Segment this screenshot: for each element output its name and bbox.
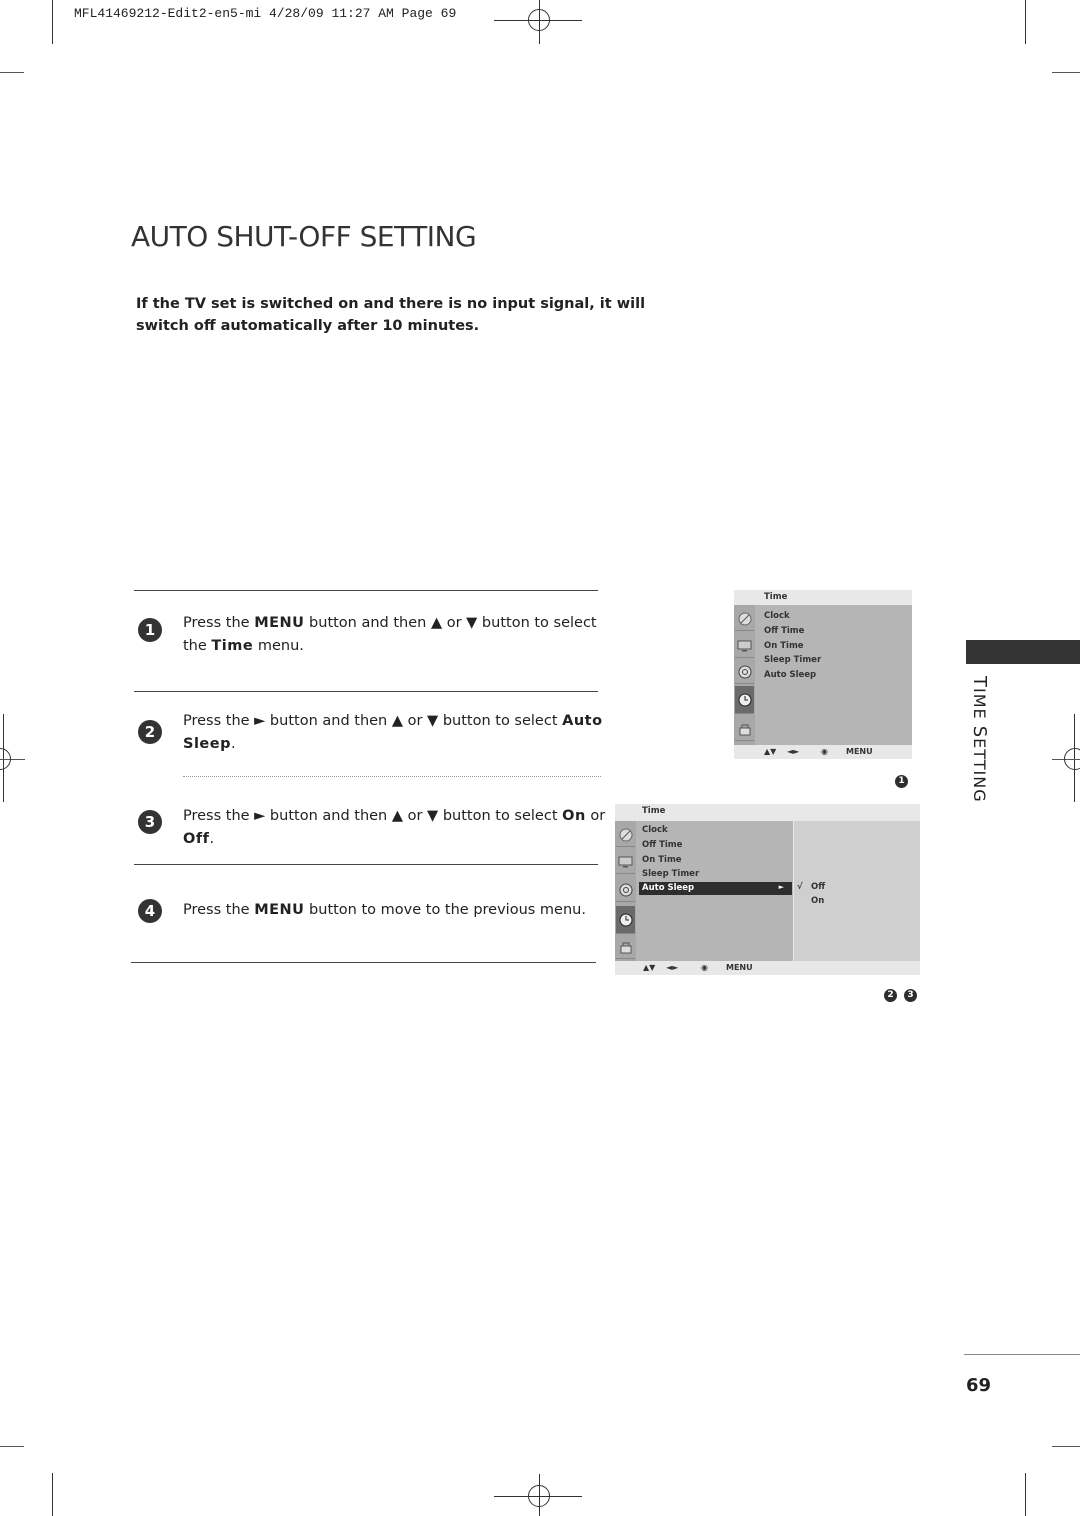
dotted-divider xyxy=(183,776,601,777)
divider xyxy=(134,590,598,591)
osd-footer: ▲▼ ◄► ◉ MENU xyxy=(734,745,912,759)
figure-badge: 1 xyxy=(895,775,908,788)
text: T xyxy=(969,676,990,688)
arrow-right-icon: ► xyxy=(778,883,784,891)
speaker-icon xyxy=(616,878,635,902)
clock-icon xyxy=(735,686,754,714)
print-slug: MFL41469212-Edit2-en5-mi 4/28/09 11:27 A… xyxy=(74,6,457,21)
osd-item-off-time[interactable]: Off Time xyxy=(764,626,804,636)
time-menu-label: Time xyxy=(211,638,254,654)
text: Press the xyxy=(183,902,255,918)
tv-screen-icon xyxy=(735,634,754,658)
crop-mark xyxy=(1052,1446,1080,1447)
text: IME xyxy=(970,688,989,726)
registration-mark xyxy=(528,1485,550,1507)
step-2-text: Press the ► button and then ▲ or ▼ butto… xyxy=(183,710,603,756)
osd-item-clock[interactable]: Clock xyxy=(642,825,668,835)
crop-mark xyxy=(1025,0,1026,44)
on-label: On xyxy=(562,808,586,824)
osd-item-on-time[interactable]: On Time xyxy=(764,641,804,651)
divider xyxy=(134,691,598,692)
osd-submenu: √ Off On xyxy=(794,821,920,961)
page-number: 69 xyxy=(966,1375,992,1396)
step-3-text: Press the ► button and then ▲ or ▼ butto… xyxy=(183,805,608,851)
osd-icon-column xyxy=(734,605,755,745)
osd-item-sleep-timer[interactable]: Sleep Timer xyxy=(642,869,699,879)
divider xyxy=(964,1354,1080,1355)
off-label: Off xyxy=(183,831,210,847)
text: Press the ► button and then ▲ or ▼ butto… xyxy=(183,808,563,824)
osd-header: Time xyxy=(734,590,912,604)
osd-body: Clock Off Time On Time Sleep Timer Auto … xyxy=(615,821,793,961)
osd-item-label: Auto Sleep xyxy=(642,883,695,893)
osd-footer: ▲▼ ◄► ◉ MENU xyxy=(615,961,920,975)
osd-header-title: Time xyxy=(764,592,788,602)
left-right-icon: ◄► xyxy=(787,747,800,756)
padlock-icon xyxy=(616,935,635,959)
menu-hint: MENU xyxy=(726,963,753,972)
osd-body: Clock Off Time On Time Sleep Timer Auto … xyxy=(734,605,912,745)
text: Press the ► button and then ▲ or ▼ butto… xyxy=(183,713,563,729)
divider xyxy=(131,962,596,963)
registration-mark xyxy=(0,748,11,770)
ok-icon: ◉ xyxy=(821,747,828,756)
osd-item-auto-sleep-selected[interactable]: Auto Sleep ► xyxy=(639,882,792,895)
registration-mark xyxy=(1064,748,1080,770)
section-tab xyxy=(966,640,1080,664)
figure-badge: 2 xyxy=(884,989,897,1002)
text: S xyxy=(969,725,990,739)
osd-header-title: Time xyxy=(642,806,666,816)
text: Press the xyxy=(183,615,255,631)
crop-mark xyxy=(1025,1473,1026,1516)
menu-key-label: MENU xyxy=(254,902,305,918)
option-on[interactable]: On xyxy=(811,896,824,906)
satellite-dish-icon xyxy=(616,823,635,847)
text: . xyxy=(209,831,215,847)
up-down-icon: ▲▼ xyxy=(764,747,777,756)
osd-item-clock[interactable]: Clock xyxy=(764,611,790,621)
crop-mark xyxy=(0,72,24,73)
tv-screen-icon xyxy=(616,850,635,874)
step-4-text: Press the MENU button to move to the pre… xyxy=(183,899,603,922)
clock-icon xyxy=(616,906,635,934)
padlock-icon xyxy=(735,717,754,741)
osd-time-menu: Time Clock Off Time On Time Sleep Timer … xyxy=(734,590,912,759)
left-right-icon: ◄► xyxy=(666,963,679,972)
text: menu. xyxy=(253,638,304,654)
step-number-badge: 1 xyxy=(138,618,162,642)
osd-icon-column xyxy=(615,821,636,961)
option-off[interactable]: Off xyxy=(811,882,825,892)
intro-text: If the TV set is switched on and there i… xyxy=(136,296,646,334)
up-down-icon: ▲▼ xyxy=(643,963,656,972)
registration-mark xyxy=(528,9,550,31)
speaker-icon xyxy=(735,660,754,684)
menu-key-label: MENU xyxy=(254,615,305,631)
crop-mark xyxy=(1052,72,1080,73)
text: button to move to the previous menu. xyxy=(304,902,586,918)
step-1-text: Press the MENU button and then ▲ or ▼ bu… xyxy=(183,612,603,658)
crop-mark xyxy=(0,1446,24,1447)
step-number-badge: 4 xyxy=(138,899,162,923)
figure-badge: 3 xyxy=(904,989,917,1002)
section-label: TIME SETTING xyxy=(966,676,990,803)
osd-item-on-time[interactable]: On Time xyxy=(642,855,682,865)
osd-item-auto-sleep[interactable]: Auto Sleep xyxy=(764,670,816,680)
step-number-badge: 2 xyxy=(138,720,162,744)
page-title: AUTO SHUT-OFF SETTING xyxy=(131,220,477,253)
osd-header: Time xyxy=(615,804,920,818)
osd-item-sleep-timer[interactable]: Sleep Timer xyxy=(764,655,821,665)
text: . xyxy=(230,736,236,752)
text: or xyxy=(585,808,606,824)
osd-item-off-time[interactable]: Off Time xyxy=(642,840,682,850)
osd-auto-sleep-menu: Time Clock Off Time On Time Sleep Timer … xyxy=(615,804,920,975)
menu-hint: MENU xyxy=(846,747,873,756)
checkmark-icon: √ xyxy=(797,882,803,892)
ok-icon: ◉ xyxy=(701,963,708,972)
text: ETTING xyxy=(970,738,989,803)
crop-mark xyxy=(52,1473,53,1516)
divider xyxy=(134,864,598,865)
crop-mark xyxy=(52,0,53,44)
satellite-dish-icon xyxy=(735,607,754,631)
step-number-badge: 3 xyxy=(138,810,162,834)
